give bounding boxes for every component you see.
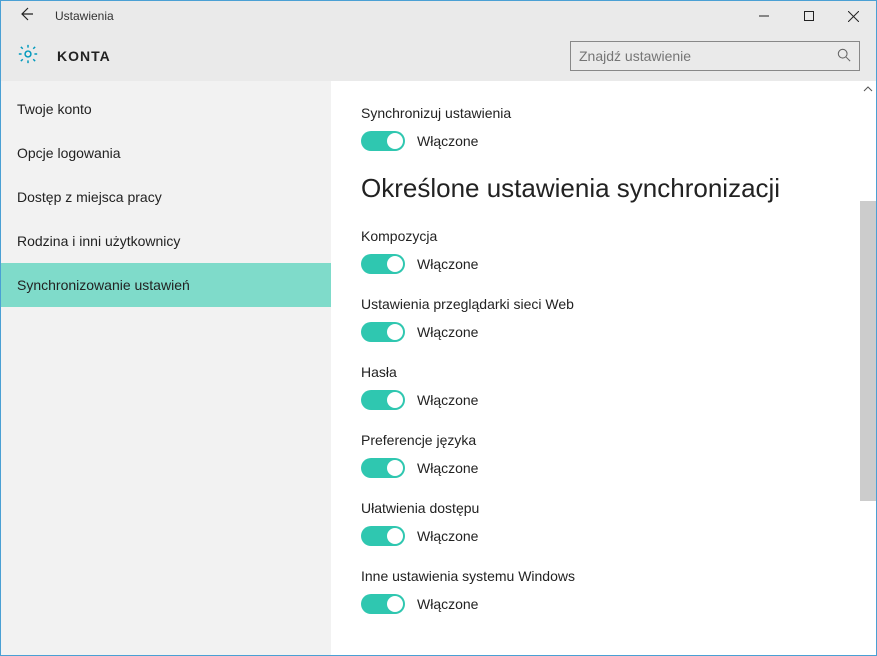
gear-icon [17, 43, 39, 70]
toggle-knob [387, 596, 403, 612]
header: KONTA [1, 31, 876, 81]
arrow-left-icon [18, 6, 34, 22]
toggle-knob [387, 324, 403, 340]
toggle-theme[interactable] [361, 254, 405, 274]
toggle-state: Włączone [417, 256, 478, 272]
page-title: KONTA [57, 48, 570, 64]
window-title: Ustawienia [51, 9, 741, 23]
scrollbar-thumb[interactable] [860, 201, 876, 501]
setting-other-windows: Inne ustawienia systemu Windows Włączone [361, 568, 846, 614]
sidebar-item-login-options[interactable]: Opcje logowania [1, 131, 331, 175]
sidebar-item-label: Dostęp z miejsca pracy [17, 189, 162, 205]
scroll-up-arrow[interactable] [860, 81, 876, 97]
back-button[interactable] [1, 6, 51, 27]
toggle-other-windows[interactable] [361, 594, 405, 614]
toggle-state: Włączone [417, 324, 478, 340]
setting-label: Ułatwienia dostępu [361, 500, 846, 516]
toggle-row: Włączone [361, 594, 846, 614]
toggle-sync[interactable] [361, 131, 405, 151]
titlebar: Ustawienia [1, 1, 876, 31]
sidebar-item-workplace-access[interactable]: Dostęp z miejsca pracy [1, 175, 331, 219]
setting-browser: Ustawienia przeglądarki sieci Web Włączo… [361, 296, 846, 342]
toggle-row: Włączone [361, 526, 846, 546]
toggle-knob [387, 256, 403, 272]
toggle-row: Włączone [361, 254, 846, 274]
sidebar-item-family-users[interactable]: Rodzina i inni użytkownicy [1, 219, 331, 263]
sidebar: Twoje konto Opcje logowania Dostęp z mie… [1, 81, 331, 655]
maximize-icon [804, 11, 814, 21]
sidebar-item-label: Synchronizowanie ustawień [17, 277, 190, 293]
search-input[interactable] [579, 48, 837, 64]
toggle-state: Włączone [417, 133, 478, 149]
toggle-state: Włączone [417, 528, 478, 544]
setting-label: Ustawienia przeglądarki sieci Web [361, 296, 846, 312]
toggle-row: Włączone [361, 390, 846, 410]
content: Synchronizuj ustawienia Włączone Określo… [331, 81, 876, 655]
body: Twoje konto Opcje logowania Dostęp z mie… [1, 81, 876, 655]
toggle-row: Włączone [361, 322, 846, 342]
toggle-accessibility[interactable] [361, 526, 405, 546]
section-heading: Określone ustawienia synchronizacji [361, 173, 846, 204]
setting-theme: Kompozycja Włączone [361, 228, 846, 274]
setting-label: Hasła [361, 364, 846, 380]
toggle-state: Włączone [417, 460, 478, 476]
setting-label: Preferencje języka [361, 432, 846, 448]
setting-label: Inne ustawienia systemu Windows [361, 568, 846, 584]
toggle-state: Włączone [417, 596, 478, 612]
close-button[interactable] [831, 1, 876, 31]
setting-passwords: Hasła Włączone [361, 364, 846, 410]
toggle-browser[interactable] [361, 322, 405, 342]
sidebar-item-label: Opcje logowania [17, 145, 121, 161]
toggle-passwords[interactable] [361, 390, 405, 410]
sidebar-item-label: Twoje konto [17, 101, 92, 117]
toggle-state: Włączone [417, 392, 478, 408]
setting-label: Kompozycja [361, 228, 846, 244]
minimize-button[interactable] [741, 1, 786, 31]
maximize-button[interactable] [786, 1, 831, 31]
sidebar-item-label: Rodzina i inni użytkownicy [17, 233, 180, 249]
search-box[interactable] [570, 41, 860, 71]
close-icon [848, 11, 859, 22]
toggle-row: Włączone [361, 131, 846, 151]
toggle-knob [387, 528, 403, 544]
toggle-language[interactable] [361, 458, 405, 478]
search-icon[interactable] [837, 48, 851, 65]
toggle-knob [387, 460, 403, 476]
setting-sync: Synchronizuj ustawienia Włączone [361, 105, 846, 151]
setting-language: Preferencje języka Włączone [361, 432, 846, 478]
window-buttons [741, 1, 876, 31]
toggle-knob [387, 392, 403, 408]
minimize-icon [759, 11, 769, 21]
toggle-row: Włączone [361, 458, 846, 478]
sidebar-item-sync-settings[interactable]: Synchronizowanie ustawień [1, 263, 331, 307]
toggle-knob [387, 133, 403, 149]
setting-accessibility: Ułatwienia dostępu Włączone [361, 500, 846, 546]
setting-label: Synchronizuj ustawienia [361, 105, 846, 121]
chevron-up-icon [863, 84, 873, 94]
sidebar-item-account[interactable]: Twoje konto [1, 87, 331, 131]
